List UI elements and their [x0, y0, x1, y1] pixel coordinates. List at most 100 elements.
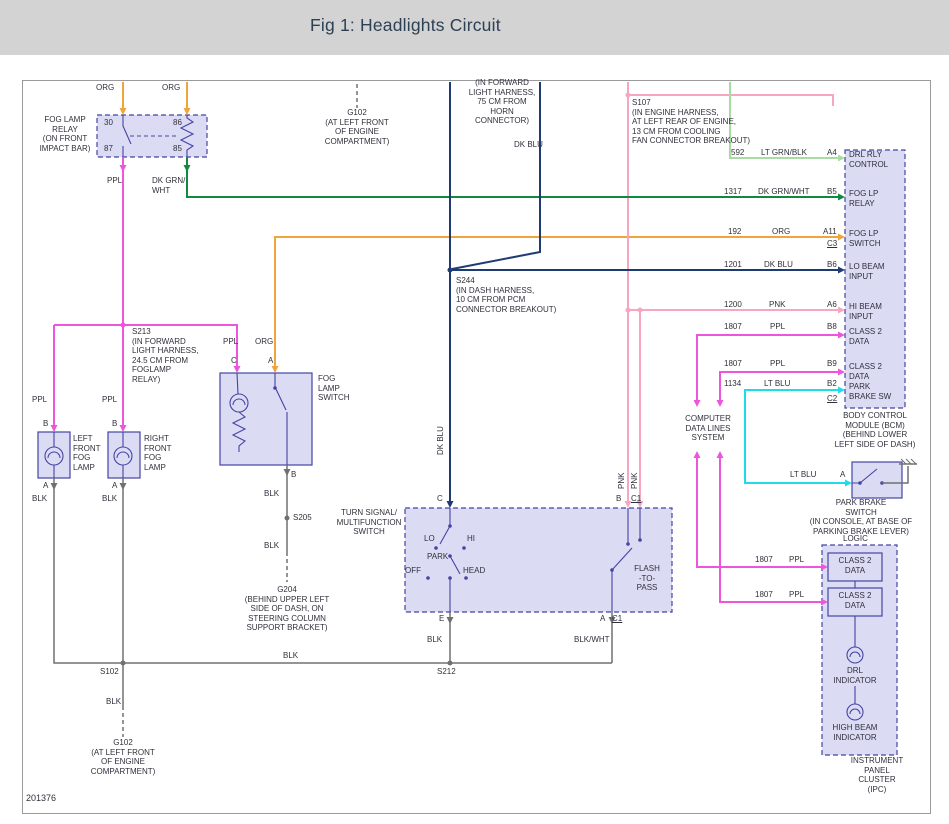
relay-pin-87: 87 [104, 144, 113, 154]
color-dk-blu: DK BLU [764, 260, 793, 270]
color-pnk: PNK [769, 300, 785, 310]
wire-label-blk-bus: BLK [283, 651, 298, 661]
wire-label-pnk-1: PNK [617, 473, 627, 489]
splice-s213-label: S213 (IN FORWARD LIGHT HARNESS, 24.5 CM … [132, 327, 199, 385]
splice-s244-label: S244 (IN DASH HARNESS, 10 CM FROM PCM CO… [456, 276, 556, 314]
color-lt-blu: LT BLU [764, 379, 790, 389]
right-fog-pin-a: A [112, 481, 117, 491]
park-brake-switch-box [852, 462, 902, 498]
fog-switch-pin-a: A [268, 356, 273, 366]
wire-label-lt-blu: LT BLU [790, 470, 816, 480]
document-number: 201376 [26, 794, 56, 804]
ipc-class2-label-1: CLASS 2 DATA [828, 556, 882, 575]
splice-s205-label: S205 [293, 513, 312, 523]
wire-label-ppl-switch: PPL [223, 337, 238, 347]
color-lt-grn-blk: LT GRN/BLK [761, 148, 807, 158]
high-beam-indicator-label: HIGH BEAM INDICATOR [828, 723, 882, 742]
wire-label-blk-right: BLK [102, 494, 117, 504]
bcm-func-drl-rly: DRL RLY CONTROL [849, 150, 903, 169]
pin-b2: B2 [827, 379, 837, 389]
bcm-func-fog-lp-switch: FOG LP SWITCH [849, 229, 903, 248]
splice-s107-label: S107 (IN ENGINE HARNESS, AT LEFT REAR OF… [632, 98, 750, 146]
pin-b8: B8 [827, 322, 837, 332]
bcm-func-fog-lp-relay: FOG LP RELAY [849, 189, 903, 208]
circuit-1134: 1134 [724, 379, 741, 389]
circuit-1201: 1201 [724, 260, 742, 270]
bcm-func-park-brake: PARK BRAKE SW [849, 382, 903, 401]
ground-g102-top-label: G102 (AT LEFT FRONT OF ENGINE COMPARTMEN… [322, 108, 392, 146]
ipc-caption: INSTRUMENT PANEL CLUSTER (IPC) [841, 756, 913, 794]
bcm-func-class2-1: CLASS 2 DATA [849, 327, 903, 346]
wire-label-ppl-right: PPL [102, 395, 117, 405]
ipc-logic-label: LOGIC [843, 534, 868, 544]
wiring-diagram-page: Fig 1: Headlights Circuit [0, 0, 949, 824]
color-ppl-ipc-1: PPL [789, 555, 804, 565]
ground-g204-label: G204 (BEHIND UPPER LEFT SIDE OF DASH, ON… [244, 585, 330, 633]
right-fog-lamp-label: RIGHT FRONT FOG LAMP [144, 434, 172, 472]
ts-pin-b: B [616, 494, 621, 504]
wire-label-blk-switch-2: BLK [264, 541, 279, 551]
bcm-func-lo-beam: LO BEAM INPUT [849, 262, 903, 281]
forward-harness-note: (IN FORWARD LIGHT HARNESS, 75 CM FROM HO… [466, 78, 538, 126]
wire-label-blk-g102: BLK [106, 697, 121, 707]
splice-s212-label: S212 [437, 667, 456, 677]
ts-connector-c1-bottom: C1 [612, 614, 622, 624]
wire-label-blk-left: BLK [32, 494, 47, 504]
relay-pin-30: 30 [104, 118, 113, 128]
wire-label-ppl-relay: PPL [107, 176, 122, 186]
ts-connector-c1-top: C1 [631, 494, 641, 504]
wire-label-pnk-2: PNK [630, 473, 640, 489]
circuit-592: 592 [731, 148, 744, 158]
connector-c2: C2 [827, 394, 837, 404]
circuit-192: 192 [728, 227, 741, 237]
wire-label-blk-e: BLK [427, 635, 442, 645]
pin-a6: A6 [827, 300, 837, 310]
circuit-1317: 1317 [724, 187, 742, 197]
ipc-class2-label-2: CLASS 2 DATA [828, 591, 882, 610]
ts-pos-lo: LO [424, 534, 435, 544]
wire-label-dk-grn-wht: DK GRN/ WHT [152, 176, 185, 195]
fog-lamp-switch-box [220, 373, 312, 465]
color-org: ORG [772, 227, 790, 237]
circuit-1200: 1200 [724, 300, 742, 310]
wire-label-org-1: ORG [96, 83, 114, 93]
drl-indicator-label: DRL INDICATOR [828, 666, 882, 685]
bcm-func-hi-beam: HI BEAM INPUT [849, 302, 903, 321]
ts-pos-park: PARK [427, 552, 448, 562]
wire-label-dk-blu-top: DK BLU [514, 140, 543, 150]
ts-pin-c: C [437, 494, 443, 504]
color-ppl-b8: PPL [770, 322, 785, 332]
left-fog-lamp-label: LEFT FRONT FOG LAMP [73, 434, 101, 472]
park-brake-switch-caption: PARK BRAKE SWITCH (IN CONSOLE, AT BASE O… [806, 498, 916, 536]
color-dk-grn-wht: DK GRN/WHT [758, 187, 810, 197]
wire-label-org-2: ORG [162, 83, 180, 93]
park-brake-pin-a: A [840, 470, 845, 480]
pin-b9: B9 [827, 359, 837, 369]
pin-b6: B6 [827, 260, 837, 270]
pin-a11: A11 [823, 227, 837, 237]
wire-label-dk-blu-vertical: DK BLU [436, 426, 446, 455]
bcm-caption: BODY CONTROL MODULE (BCM) (BEHIND LOWER … [827, 411, 923, 449]
wire-label-ppl-left: PPL [32, 395, 47, 405]
ground-g102-bottom-label: G102 (AT LEFT FRONT OF ENGINE COMPARTMEN… [88, 738, 158, 776]
ts-flash-to-pass: FLASH -TO- PASS [632, 564, 662, 593]
ts-pos-head: HEAD [463, 566, 485, 576]
color-ppl-b9: PPL [770, 359, 785, 369]
circuit-1807-b8: 1807 [724, 322, 742, 332]
circuit-1807-ipc-1: 1807 [755, 555, 773, 565]
turn-signal-switch-label: TURN SIGNAL/ MULTIFUNCTION SWITCH [336, 508, 402, 537]
bcm-func-class2-2: CLASS 2 DATA [849, 362, 903, 381]
pin-b5: B5 [827, 187, 837, 197]
wire-label-blk-wht: BLK/WHT [574, 635, 610, 645]
circuit-1807-b9: 1807 [724, 359, 742, 369]
wire-label-blk-switch-1: BLK [264, 489, 279, 499]
connector-c3: C3 [827, 239, 837, 249]
left-fog-pin-b: B [43, 419, 48, 429]
left-fog-pin-a: A [43, 481, 48, 491]
fog-lamp-relay-label: FOG LAMP RELAY (ON FRONT IMPACT BAR) [36, 115, 94, 153]
splice-s102-label: S102 [100, 667, 119, 677]
right-fog-pin-b: B [112, 419, 117, 429]
ts-pos-off: OFF [405, 566, 421, 576]
fog-switch-pin-c: C [231, 356, 237, 366]
computer-data-lines-label: COMPUTER DATA LINES SYSTEM [680, 414, 736, 443]
